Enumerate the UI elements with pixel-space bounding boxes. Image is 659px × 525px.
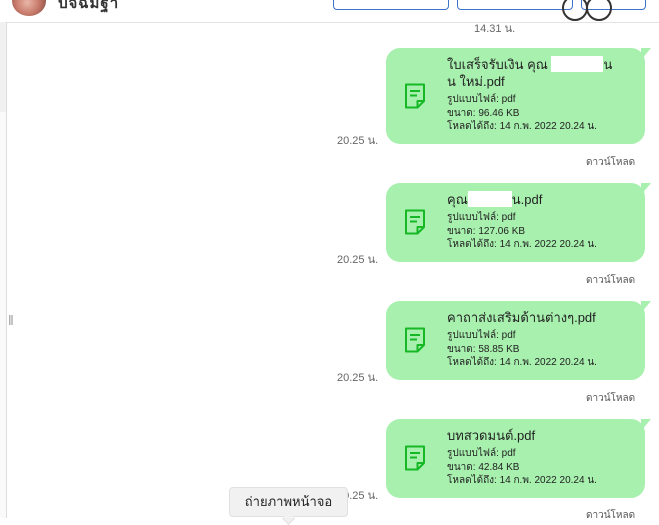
file-icon — [405, 327, 425, 353]
left-panel-edge — [0, 22, 7, 518]
file-name-text: ใบเสร็จรับเงิน คุณ — [447, 57, 552, 72]
contact-avatar[interactable] — [12, 0, 46, 16]
screenshot-tooltip: ถ่ายภาพหน้าจอ — [229, 487, 348, 525]
redacted-block — [467, 191, 512, 207]
file-name: คาถาส่งเสริมด้านต่างๆ.pdf — [447, 310, 596, 325]
file-meta: รูปแบบไฟล์: pdf ขนาด: 127.06 KB โหลดได้ถ… — [447, 211, 597, 252]
file-expiry: โหลดได้ถึง: 14 ก.พ. 2022 20.24 น. — [447, 475, 597, 486]
file-expiry: โหลดได้ถึง: 14 ก.พ. 2022 20.24 น. — [447, 239, 597, 250]
file-size: ขนาด: 96.46 KB — [447, 107, 520, 119]
file-message-bubble[interactable]: คาถาส่งเสริมด้านต่างๆ.pdf รูปแบบไฟล์: pd… — [386, 301, 651, 380]
contact-name[interactable]: ปัจฉิมฐา — [58, 0, 119, 15]
circle-icon[interactable] — [586, 0, 612, 21]
file-name: คุณ น.pdf — [447, 191, 542, 208]
header-button-2[interactable] — [457, 0, 573, 10]
file-name: ใบเสร็จรับเงิน คุณ น น ใหม่.pdf — [447, 56, 612, 90]
download-link[interactable]: ดาวน์โหลด — [586, 391, 635, 406]
file-expiry: โหลดได้ถึง: 14 ก.พ. 2022 20.24 น. — [447, 357, 597, 368]
message-time: 20.25 น. — [337, 372, 379, 384]
resize-handle-icon[interactable]: ‖ — [8, 312, 14, 328]
chat-header: ปัจฉิมฐา — [0, 0, 659, 23]
bubble-tail — [641, 301, 651, 313]
file-name: บทสวดมนต์.pdf — [447, 428, 536, 443]
message-time: 20.25 น. — [337, 254, 379, 266]
file-message-bubble[interactable]: บทสวดมนต์.pdf รูปแบบไฟล์: pdf ขนาด: 42.8… — [386, 419, 651, 498]
file-size: ขนาด: 127.06 KB — [447, 225, 526, 237]
file-size: ขนาด: 58.85 KB — [447, 343, 520, 355]
file-icon — [405, 445, 425, 471]
download-link[interactable]: ดาวน์โหลด — [586, 155, 635, 170]
file-name-text: คุณ — [447, 192, 468, 207]
download-link[interactable]: ดาวน์โหลด — [586, 273, 635, 288]
file-meta: รูปแบบไฟล์: pdf ขนาด: 96.46 KB โหลดได้ถึ… — [447, 93, 597, 134]
file-name-text: น.pdf — [511, 192, 543, 207]
file-expiry: โหลดได้ถึง: 14 ก.พ. 2022 20.24 น. — [447, 121, 597, 132]
redacted-block — [551, 56, 604, 72]
file-meta: รูปแบบไฟล์: pdf ขนาด: 42.84 KB โหลดได้ถึ… — [447, 447, 597, 488]
header-action-circles — [562, 0, 612, 23]
bubble-tail — [641, 419, 651, 431]
bubble-tail — [641, 48, 651, 60]
tooltip-arrow — [282, 512, 295, 525]
file-name-text: น — [603, 57, 613, 72]
header-button-1[interactable] — [333, 0, 449, 10]
file-message-bubble[interactable]: คุณ น.pdf รูปแบบไฟล์: pdf ขนาด: 127.06 KB… — [386, 183, 651, 262]
file-name-text: น ใหม่.pdf — [447, 74, 505, 89]
tooltip-text: ถ่ายภาพหน้าจอ — [244, 494, 333, 509]
download-link[interactable]: ดาวน์โหลด — [586, 508, 635, 523]
file-type: รูปแบบไฟล์: pdf — [447, 94, 516, 105]
file-icon — [405, 209, 425, 235]
circle-icon[interactable] — [562, 0, 588, 21]
file-icon — [405, 83, 425, 109]
file-type: รูปแบบไฟล์: pdf — [447, 212, 516, 223]
file-type: รูปแบบไฟล์: pdf — [447, 330, 516, 341]
file-message-bubble[interactable]: ใบเสร็จรับเงิน คุณ น น ใหม่.pdf รูปแบบไฟ… — [386, 48, 651, 144]
message-time: 14.31 น. — [474, 23, 516, 35]
bubble-tail — [641, 183, 651, 195]
left-panel-lower — [0, 112, 6, 518]
file-size: ขนาด: 42.84 KB — [447, 461, 520, 473]
file-meta: รูปแบบไฟล์: pdf ขนาด: 58.85 KB โหลดได้ถึ… — [447, 329, 597, 370]
message-time: 20.25 น. — [337, 135, 379, 147]
file-type: รูปแบบไฟล์: pdf — [447, 448, 516, 459]
